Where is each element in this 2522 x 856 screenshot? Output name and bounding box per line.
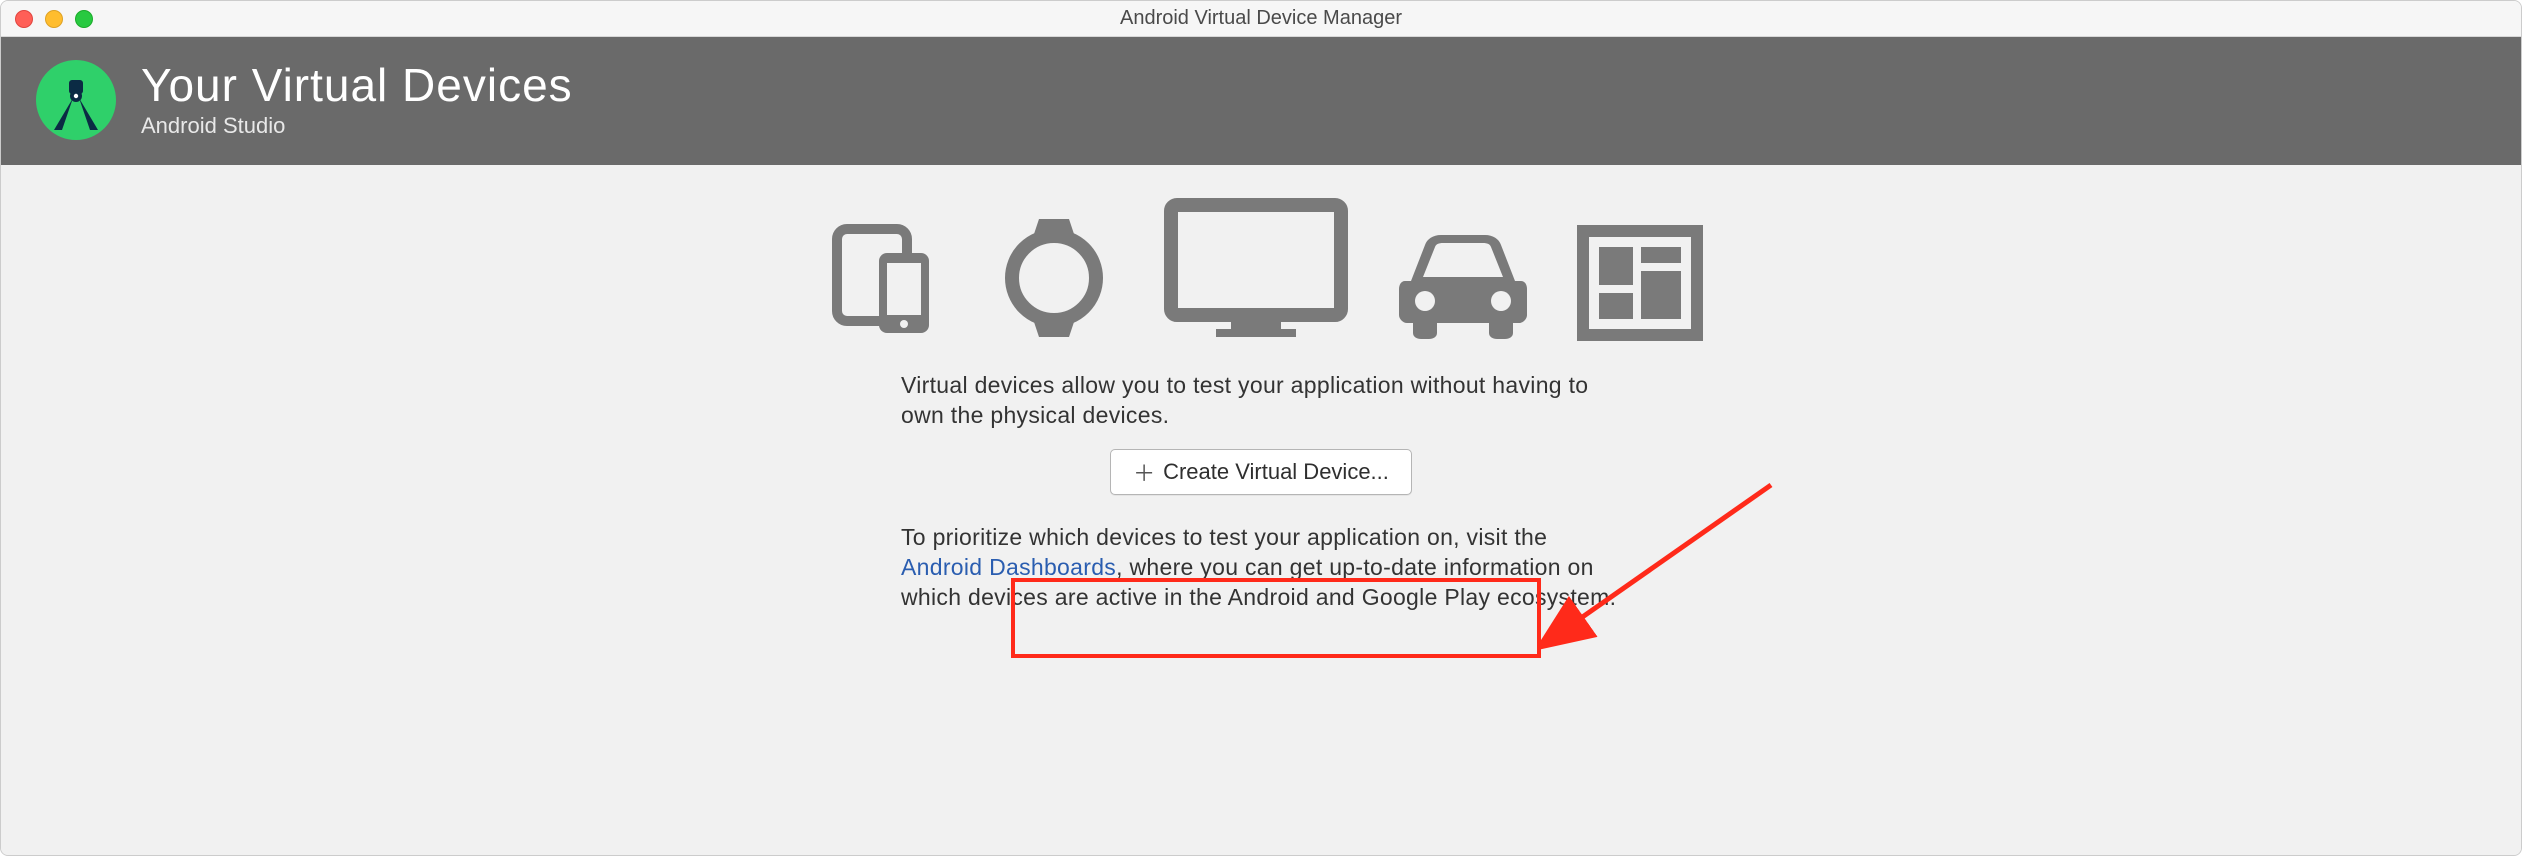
create-button-label: Create Virtual Device...: [1163, 459, 1389, 485]
page-title: Your Virtual Devices: [141, 61, 573, 109]
header: Your Virtual Devices Android Studio: [1, 37, 2521, 165]
plus-icon: ＋: [1133, 456, 1155, 488]
footer-text: To prioritize which devices to test your…: [901, 523, 1621, 613]
window-controls: [1, 10, 93, 28]
watch-icon: [989, 213, 1119, 343]
create-button-row: ＋ Create Virtual Device...: [1, 449, 2521, 495]
titlebar: Android Virtual Device Manager: [1, 1, 2521, 37]
footer-pre: To prioritize which devices to test your…: [901, 524, 1547, 550]
close-window-button[interactable]: [15, 10, 33, 28]
car-icon: [1393, 223, 1533, 343]
phone-tablet-icon: [817, 213, 947, 343]
android-dashboards-link[interactable]: Android Dashboards: [901, 554, 1116, 580]
content: Virtual devices allow you to test your a…: [1, 165, 2521, 855]
android-studio-logo-icon: [35, 59, 117, 141]
device-category-icons: [1, 165, 2521, 343]
minimize-window-button[interactable]: [45, 10, 63, 28]
dashboard-icon: [1575, 223, 1705, 343]
zoom-window-button[interactable]: [75, 10, 93, 28]
avd-manager-window: Android Virtual Device Manager Your Virt…: [0, 0, 2522, 856]
create-virtual-device-button[interactable]: ＋ Create Virtual Device...: [1110, 449, 1412, 495]
window-title: Android Virtual Device Manager: [1, 7, 2521, 30]
page-subtitle: Android Studio: [141, 113, 573, 139]
tv-icon: [1161, 193, 1351, 343]
intro-text: Virtual devices allow you to test your a…: [901, 371, 1621, 431]
header-text: Your Virtual Devices Android Studio: [141, 61, 573, 139]
